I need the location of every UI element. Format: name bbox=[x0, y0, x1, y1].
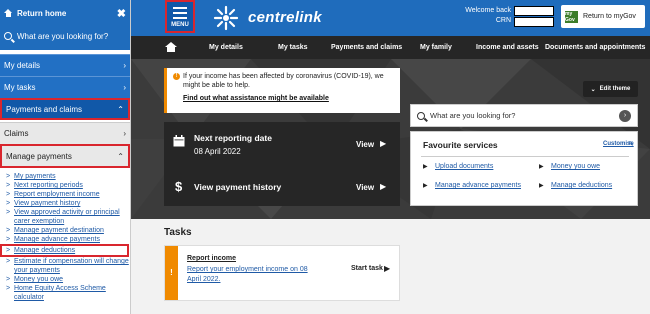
search-icon bbox=[4, 32, 12, 40]
nav-documents-and-appointments[interactable]: Documents and appointments bbox=[545, 44, 645, 51]
chevron-right-icon: › bbox=[123, 61, 126, 70]
sidebar-item-label: My details bbox=[4, 61, 41, 70]
arrow-right-icon: ▶ bbox=[384, 264, 391, 273]
nav-my-family[interactable]: My family bbox=[420, 44, 452, 51]
link-manage-deductions[interactable]: > Manage deductions bbox=[0, 244, 129, 257]
hamburger-icon bbox=[173, 7, 187, 19]
return-to-mygov-button[interactable]: my Gov Return to myGov bbox=[561, 5, 645, 28]
top-header: MENU centrelink Welcome back CRN my Gov … bbox=[131, 0, 650, 36]
fav-money-you-owe[interactable]: Money you owe bbox=[551, 163, 600, 170]
sidebar-subitem-label: Claims bbox=[4, 129, 29, 138]
view-link[interactable]: View bbox=[356, 183, 374, 192]
link-estimate-compensation[interactable]: > Estimate if compensation will change yo… bbox=[6, 257, 130, 275]
main-nav: My details My tasks Payments and claims … bbox=[131, 36, 650, 59]
link-manage-payment-destination[interactable]: > Manage payment destination bbox=[6, 226, 130, 235]
arrow-right-icon: ▶ bbox=[380, 182, 387, 191]
main-search-input[interactable]: What are you looking for? › bbox=[410, 104, 638, 127]
fav-manage-deductions[interactable]: Manage deductions bbox=[551, 182, 612, 189]
home-icon bbox=[4, 9, 13, 17]
chevron-right-icon: › bbox=[123, 129, 126, 138]
arrow-right-icon: ▶ bbox=[380, 139, 387, 148]
link-next-reporting-periods[interactable]: > Next reporting periods bbox=[6, 181, 130, 190]
view-payment-history-card[interactable]: $ View payment history View ▶ bbox=[164, 168, 400, 206]
search-go-button[interactable]: › bbox=[619, 109, 631, 122]
nav-my-details[interactable]: My details bbox=[209, 44, 243, 51]
return-home-link[interactable]: Return home ✖ bbox=[4, 0, 126, 26]
link-money-you-owe[interactable]: > Money you owe bbox=[6, 275, 130, 284]
dollar-icon: $ bbox=[175, 179, 183, 194]
covid-notice: ! If your income has been affected by co… bbox=[164, 68, 400, 113]
link-view-approved-activity[interactable]: > View approved activity or principal car… bbox=[6, 208, 130, 226]
return-home-label: Return home bbox=[17, 8, 67, 18]
link-view-payment-history[interactable]: > View payment history bbox=[6, 199, 130, 208]
brand-name: centrelink bbox=[248, 9, 322, 26]
dashboard: ! If your income has been affected by co… bbox=[131, 59, 650, 314]
sidebar-item-payments-and-claims[interactable]: Payments and claims ⌃ bbox=[0, 98, 130, 120]
link-manage-advance-payments[interactable]: > Manage advance payments bbox=[6, 235, 130, 244]
nav-payments-and-claims[interactable]: Payments and claims bbox=[331, 44, 402, 51]
favourite-services-panel: Favourite services Customise ✎ ▶ Upload … bbox=[410, 131, 638, 206]
task-card-report-income[interactable]: ! Report income Report your employment i… bbox=[164, 245, 400, 301]
search-icon bbox=[417, 111, 425, 120]
side-search[interactable]: What are you looking for? bbox=[4, 26, 126, 46]
fav-upload-documents[interactable]: Upload documents bbox=[435, 163, 493, 170]
link-report-employment-income[interactable]: > Report employment income bbox=[6, 190, 130, 199]
sidebar-item-label: Payments and claims bbox=[6, 104, 83, 114]
sidebar-item-my-details[interactable]: My details › bbox=[0, 54, 130, 76]
side-menu-header: Return home ✖ What are you looking for? bbox=[0, 0, 130, 50]
chevron-right-icon: › bbox=[123, 83, 126, 92]
calendar-icon bbox=[173, 135, 185, 147]
welcome-text: Welcome back CRN bbox=[465, 7, 511, 24]
chevron-up-icon: ⌃ bbox=[117, 151, 124, 161]
fav-manage-advance-payments[interactable]: Manage advance payments bbox=[435, 182, 521, 189]
warning-icon: ! bbox=[173, 73, 180, 80]
sidebar-item-my-tasks[interactable]: My tasks › bbox=[0, 76, 130, 98]
sidebar-item-label: My tasks bbox=[4, 83, 36, 92]
sidebar-subitem-label: Manage payments bbox=[6, 151, 72, 161]
next-reporting-card[interactable]: Next reporting date 08 April 2022 View ▶ bbox=[164, 122, 400, 168]
manage-payments-links: > My payments > Next reporting periods > Re… bbox=[0, 168, 130, 302]
nav-income-and-assets[interactable]: Income and assets bbox=[476, 44, 539, 51]
assistance-link[interactable]: Find out what assistance might be availa… bbox=[183, 95, 394, 102]
edit-theme-button[interactable]: ⌄ Edit theme bbox=[583, 81, 638, 97]
menu-button[interactable]: MENU bbox=[165, 0, 195, 33]
redacted-name bbox=[514, 6, 554, 16]
redacted-crn bbox=[514, 17, 554, 27]
sidebar-subitem-manage-payments[interactable]: Manage payments ⌃ bbox=[0, 144, 130, 168]
side-search-label: What are you looking for? bbox=[17, 31, 109, 41]
sidebar-subitem-claims[interactable]: Claims › bbox=[0, 122, 130, 144]
side-menu: Return home ✖ What are you looking for? … bbox=[0, 0, 131, 314]
centrelink-logo-icon bbox=[213, 5, 239, 31]
view-link[interactable]: View bbox=[356, 140, 374, 149]
pencil-icon: ✎ bbox=[628, 141, 634, 148]
start-task-button[interactable]: Start task bbox=[351, 265, 383, 272]
chevron-down-icon: ⌄ bbox=[590, 86, 596, 93]
home-nav-icon[interactable] bbox=[165, 36, 199, 59]
tasks-heading: Tasks bbox=[164, 227, 192, 238]
nav-my-tasks[interactable]: My tasks bbox=[278, 44, 308, 51]
link-home-equity-calculator[interactable]: > Home Equity Access Scheme calculator bbox=[6, 284, 130, 302]
chevron-up-icon: ⌃ bbox=[117, 104, 124, 114]
mygov-logo-icon: my Gov bbox=[565, 10, 578, 23]
alert-icon: ! bbox=[165, 246, 178, 300]
link-my-payments[interactable]: > My payments bbox=[6, 172, 130, 181]
close-icon[interactable]: ✖ bbox=[117, 7, 126, 20]
